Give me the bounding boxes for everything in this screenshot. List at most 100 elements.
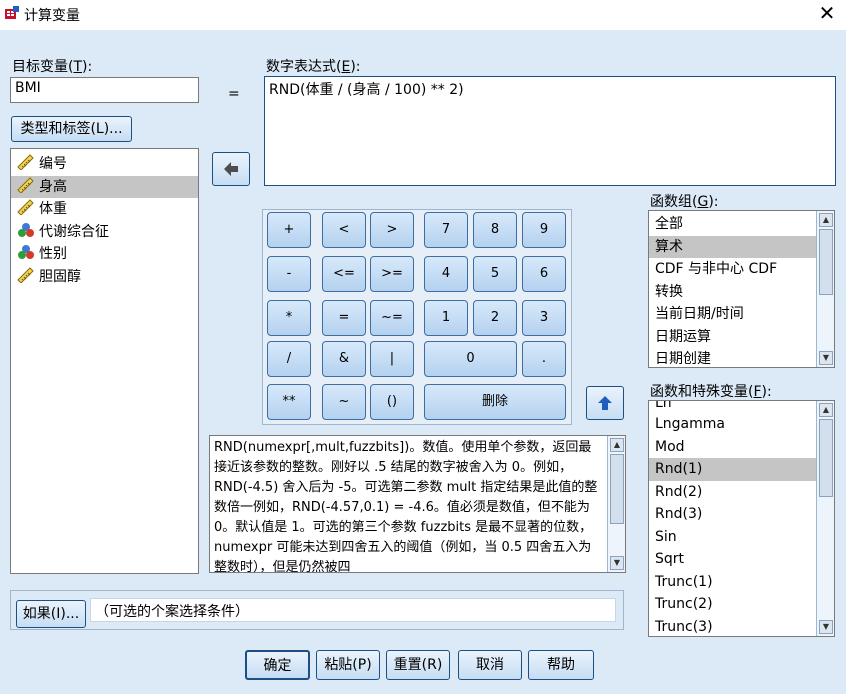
paste-button[interactable]: 粘贴(P) (316, 650, 380, 680)
move-function-up-button[interactable] (586, 386, 624, 420)
keypad-lt-button[interactable]: < (322, 212, 366, 248)
window-title: 计算变量 (24, 8, 80, 24)
keypad-paren-button[interactable]: () (370, 384, 414, 420)
equals-sign: = (228, 86, 240, 102)
keypad-k0-button[interactable]: 0 (424, 341, 517, 377)
arrow-up-icon (598, 396, 612, 410)
list-scrollbar[interactable]: ▲ ▼ (816, 401, 834, 636)
variable-item[interactable]: 体重 (11, 198, 198, 221)
function-group-item[interactable]: CDF 与非中心 CDF (649, 258, 816, 281)
keypad-ge-button[interactable]: >= (370, 256, 414, 292)
keypad-eq-button[interactable]: = (322, 300, 366, 336)
variable-item-label: 胆固醇 (39, 268, 81, 285)
if-condition-field: （可选的个案选择条件） (90, 598, 616, 622)
keypad-dot-button[interactable]: . (522, 341, 566, 377)
keypad-k2-button[interactable]: 2 (473, 300, 517, 336)
keypad-gt-button[interactable]: > (370, 212, 414, 248)
scroll-down-icon[interactable]: ▼ (819, 351, 833, 365)
cancel-button[interactable]: 取消 (458, 650, 522, 680)
scroll-down-icon[interactable]: ▼ (610, 556, 624, 570)
ok-button[interactable]: 确定 (245, 650, 310, 680)
expression-label: 数字表达式(E): (266, 59, 361, 75)
keypad-k9-button[interactable]: 9 (522, 212, 566, 248)
close-icon[interactable]: ✕ (816, 2, 838, 24)
keypad-delete-button[interactable]: 删除 (424, 384, 566, 420)
keypad-not-button[interactable]: ~ (322, 384, 366, 420)
function-group-item[interactable]: 日期创建 (649, 348, 816, 367)
keypad-pow-button[interactable]: ** (267, 384, 311, 420)
target-variable-label: 目标变量(T): (12, 59, 93, 75)
variable-item[interactable]: 代谢综合征 (11, 221, 198, 244)
function-item[interactable]: Mod (649, 436, 816, 459)
keypad-le-button[interactable]: <= (322, 256, 366, 292)
variable-item-label: 体重 (39, 201, 67, 217)
function-item[interactable]: Rnd(3) (649, 503, 816, 526)
variable-item-label: 编号 (39, 156, 67, 172)
keypad-k7-button[interactable]: 7 (424, 212, 468, 248)
scroll-thumb[interactable] (819, 229, 833, 295)
help-button[interactable]: 帮助 (528, 650, 594, 680)
scroll-up-icon[interactable]: ▲ (819, 403, 833, 417)
scroll-down-icon[interactable]: ▼ (819, 620, 833, 634)
keypad-plus-button[interactable]: + (267, 212, 311, 248)
variable-item[interactable]: 性别 (11, 243, 198, 266)
function-group-label: 函数组(G): (650, 194, 719, 210)
move-to-expression-button[interactable] (212, 152, 250, 186)
function-item[interactable]: Sin (649, 526, 816, 549)
description-scrollbar[interactable]: ▲ ▼ (607, 436, 625, 572)
variable-item[interactable]: 胆固醇 (11, 266, 198, 289)
scale-ruler-icon (17, 266, 34, 283)
keypad-div-button[interactable]: / (267, 341, 311, 377)
function-description-text: RND(numexpr[,mult,fuzzbits])。数值。使用单个参数，返… (214, 440, 598, 573)
keypad-or-button[interactable]: | (370, 341, 414, 377)
scroll-up-icon[interactable]: ▲ (610, 438, 624, 452)
keypad-k6-button[interactable]: 6 (522, 256, 566, 292)
variable-list[interactable]: 编号身高体重代谢综合征性别胆固醇 (10, 148, 199, 574)
keypad-k8-button[interactable]: 8 (473, 212, 517, 248)
reset-button[interactable]: 重置(R) (386, 650, 450, 680)
function-group-item[interactable]: 转换 (649, 281, 816, 304)
if-button[interactable]: 如果(I)... (16, 600, 86, 628)
function-description: RND(numexpr[,mult,fuzzbits])。数值。使用单个参数，返… (209, 435, 626, 573)
functions-label: 函数和特殊变量(F): (650, 384, 772, 400)
keypad-and-button[interactable]: & (322, 341, 366, 377)
function-group-item[interactable]: 算术 (649, 235, 816, 258)
arrow-left-icon (224, 162, 238, 176)
function-group-item[interactable]: 全部 (649, 213, 816, 236)
variable-item-label: 代谢综合征 (39, 223, 109, 240)
function-item[interactable]: Rnd(2) (649, 481, 816, 504)
variable-item-label: 身高 (39, 178, 67, 195)
function-item-partial[interactable]: Ln (649, 401, 816, 413)
keypad-k1-button[interactable]: 1 (424, 300, 468, 336)
scale-ruler-icon (17, 176, 34, 193)
variable-item[interactable]: 身高 (11, 175, 198, 198)
scale-ruler-icon (17, 199, 34, 215)
keypad-mul-button[interactable]: * (267, 300, 311, 336)
function-item[interactable]: Trunc(1) (649, 571, 816, 594)
function-item[interactable]: Trunc(3) (649, 616, 816, 637)
scroll-thumb[interactable] (610, 454, 624, 524)
keypad-minus-button[interactable]: - (267, 256, 311, 292)
function-group-item[interactable]: 当前日期/时间 (649, 303, 816, 326)
scroll-up-icon[interactable]: ▲ (819, 213, 833, 227)
target-variable-input[interactable]: BMI (10, 77, 199, 103)
scale-ruler-icon (17, 154, 34, 170)
type-and-label-button[interactable]: 类型和标签(L)... (11, 116, 132, 142)
keypad-k4-button[interactable]: 4 (424, 256, 468, 292)
variable-item-label: 性别 (39, 246, 67, 262)
expression-textarea[interactable]: RND(体重 / (身高 / 100) ** 2) (264, 76, 836, 186)
functions-list[interactable]: Ln Lngamma Mod Rnd(1) Rnd(2) Rnd(3) Sin Sqrt Tru… (648, 400, 835, 637)
function-item[interactable]: Sqrt (649, 548, 816, 571)
function-group-list[interactable]: 全部 算术 CDF 与非中心 CDF 转换 当前日期/时间 日期运算 日期创建 ▲ ▼ (648, 210, 835, 368)
keypad-k3-button[interactable]: 3 (522, 300, 566, 336)
variable-item[interactable]: 编号 (11, 153, 198, 176)
list-scrollbar[interactable]: ▲ ▼ (816, 211, 834, 367)
function-group-item[interactable]: 日期运算 (649, 326, 816, 349)
keypad-k5-button[interactable]: 5 (473, 256, 517, 292)
scroll-thumb[interactable] (819, 419, 833, 497)
function-item[interactable]: Trunc(2) (649, 593, 816, 616)
function-item[interactable]: Lngamma (649, 413, 816, 436)
function-item[interactable]: Rnd(1) (649, 458, 816, 481)
title-bar (0, 0, 846, 30)
keypad-ne-button[interactable]: ~= (370, 300, 414, 336)
